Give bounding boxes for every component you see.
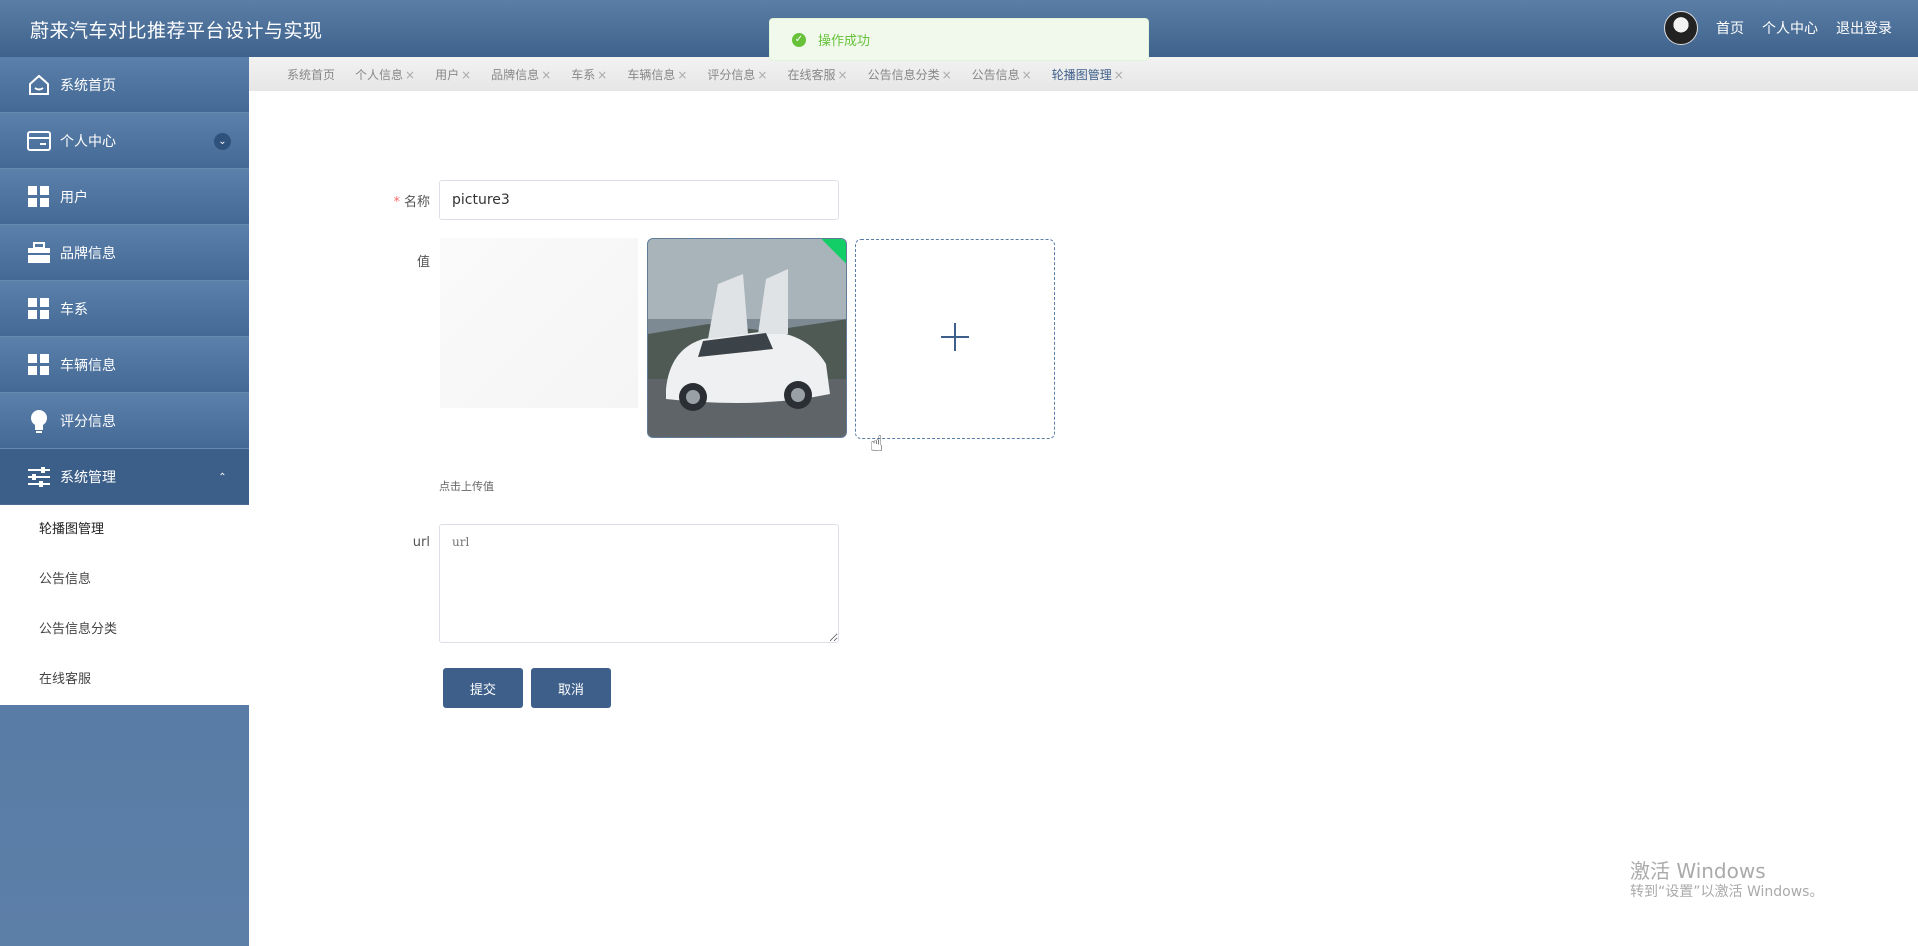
success-toast: ✓ 操作成功 [769,18,1149,61]
bulb-icon [26,409,52,433]
tab-label: 评分信息 [707,67,756,82]
sidebar-item-label: 车辆信息 [60,357,116,374]
check-circle-icon: ✓ [792,32,806,47]
submenu-item-notices[interactable]: 公告信息 [0,555,249,605]
close-icon[interactable]: × [757,68,767,82]
sidebar-item-label: 用户 [60,189,88,206]
tab-notices[interactable]: 公告信息 × [972,66,1032,83]
grid-icon [26,185,52,209]
name-input[interactable]: picture3 [439,180,839,220]
grid-icon [26,353,52,377]
tab-ratings[interactable]: 评分信息 × [707,66,767,83]
sidebar-item-label: 车系 [60,301,88,318]
chevron-down-icon[interactable]: ⌄ [214,133,231,150]
tab-label: 品牌信息 [491,67,540,82]
header-link-home[interactable]: 首页 [1716,18,1744,38]
chevron-up-icon[interactable]: ⌃ [214,469,231,486]
tab-vehicles[interactable]: 车辆信息 × [627,66,687,83]
close-icon[interactable]: × [838,68,848,82]
close-icon[interactable]: × [1114,68,1124,82]
close-icon[interactable]: × [1022,68,1032,82]
briefcase-icon [26,241,52,265]
close-icon[interactable]: × [597,68,607,82]
sidebar-item-label: 系统管理 [60,469,116,486]
name-label-text: 名称 [403,195,430,210]
sidebar-item-system[interactable]: 系统管理 ⌃ [0,449,249,505]
sidebar-item-series[interactable]: 车系 [0,281,249,337]
toast-message: 操作成功 [818,34,871,49]
sidebar-item-label: 系统首页 [60,77,116,94]
tab-bar: 系统首页 个人信息 × 用户 × 品牌信息 × 车系 × 车辆信息 × 评分信息 × 在线客… [249,57,1918,91]
car-image [648,239,846,437]
header-nav: 首页 个人中心 退出登录 [1664,11,1892,45]
grid-icon [26,297,52,321]
upload-hint: 点击上传值 [439,480,494,493]
sidebar-item-profile[interactable]: 个人中心 ⌄ [0,113,249,169]
tab-home[interactable]: 系统首页 [287,66,335,83]
name-label: * 名称 [380,191,430,210]
tab-label: 轮播图管理 [1051,67,1112,82]
close-icon[interactable]: × [461,68,471,82]
sidebar-item-home[interactable]: 系统首页 [0,57,249,113]
tab-label: 公告信息 [971,67,1020,82]
hand-cursor-icon: ☝ [870,432,884,457]
sidebar-item-users[interactable]: 用户 [0,169,249,225]
close-icon[interactable]: × [677,68,687,82]
tab-online-service[interactable]: 在线客服 × [787,66,847,83]
sidebar-item-label: 品牌信息 [60,245,116,262]
tab-label: 公告信息分类 [867,67,940,82]
home-icon [26,73,52,97]
close-icon[interactable]: × [942,68,952,82]
required-mark: * [393,195,400,210]
cancel-button[interactable]: 取消 [531,668,611,708]
image-preview-faded [440,238,638,408]
upload-add-button[interactable] [855,239,1055,439]
tab-label: 用户 [435,67,460,82]
sidebar-item-vehicles[interactable]: 车辆信息 [0,337,249,393]
plus-icon [940,319,970,359]
url-textarea[interactable] [439,524,839,643]
avatar[interactable] [1664,11,1698,45]
tab-label: 车系 [571,67,596,82]
close-icon[interactable]: × [541,68,551,82]
tab-label: 在线客服 [787,67,836,82]
system-submenu: 轮播图管理 公告信息 公告信息分类 在线客服 [0,505,249,705]
activation-watermark-title: 激活 Windows [1630,859,1766,883]
tab-series[interactable]: 车系 × [571,66,607,83]
close-icon[interactable]: × [405,68,415,82]
tab-notice-categories[interactable]: 公告信息分类 × [868,66,952,83]
tab-users[interactable]: 用户 × [435,66,471,83]
sliders-icon [26,465,52,489]
tab-brand[interactable]: 品牌信息 × [491,66,551,83]
tab-carousel[interactable]: 轮播图管理 × [1052,66,1124,83]
submenu-item-notice-categories[interactable]: 公告信息分类 [0,605,249,655]
app-title: 蔚来汽车对比推荐平台设计与实现 [30,20,323,42]
activation-watermark-subtitle: 转到“设置”以激活 Windows。 [1630,884,1824,900]
sidebar-item-label: 评分信息 [60,413,116,430]
header-link-profile[interactable]: 个人中心 [1762,18,1818,38]
value-label: 值 [416,255,430,270]
sidebar-item-brand[interactable]: 品牌信息 [0,225,249,281]
url-label: url [412,535,430,550]
sidebar-item-label: 个人中心 [60,133,116,150]
uploaded-image-thumbnail[interactable] [647,238,847,438]
submenu-item-online-service[interactable]: 在线客服 [0,655,249,705]
tab-personal-info[interactable]: 个人信息 × [355,66,415,83]
submenu-item-carousel[interactable]: 轮播图管理 [0,505,249,555]
tab-label: 车辆信息 [627,67,676,82]
wallet-icon [26,129,52,153]
tab-label: 个人信息 [355,67,404,82]
tab-label: 系统首页 [287,67,336,82]
sidebar-item-ratings[interactable]: 评分信息 [0,393,249,449]
header-link-logout[interactable]: 退出登录 [1836,18,1892,38]
submit-button[interactable]: 提交 [443,668,523,708]
sidebar: 系统首页 个人中心 ⌄ 用户 品牌信息 车系 车辆信息 评分信息 系统管理 ⌃ … [0,57,249,946]
